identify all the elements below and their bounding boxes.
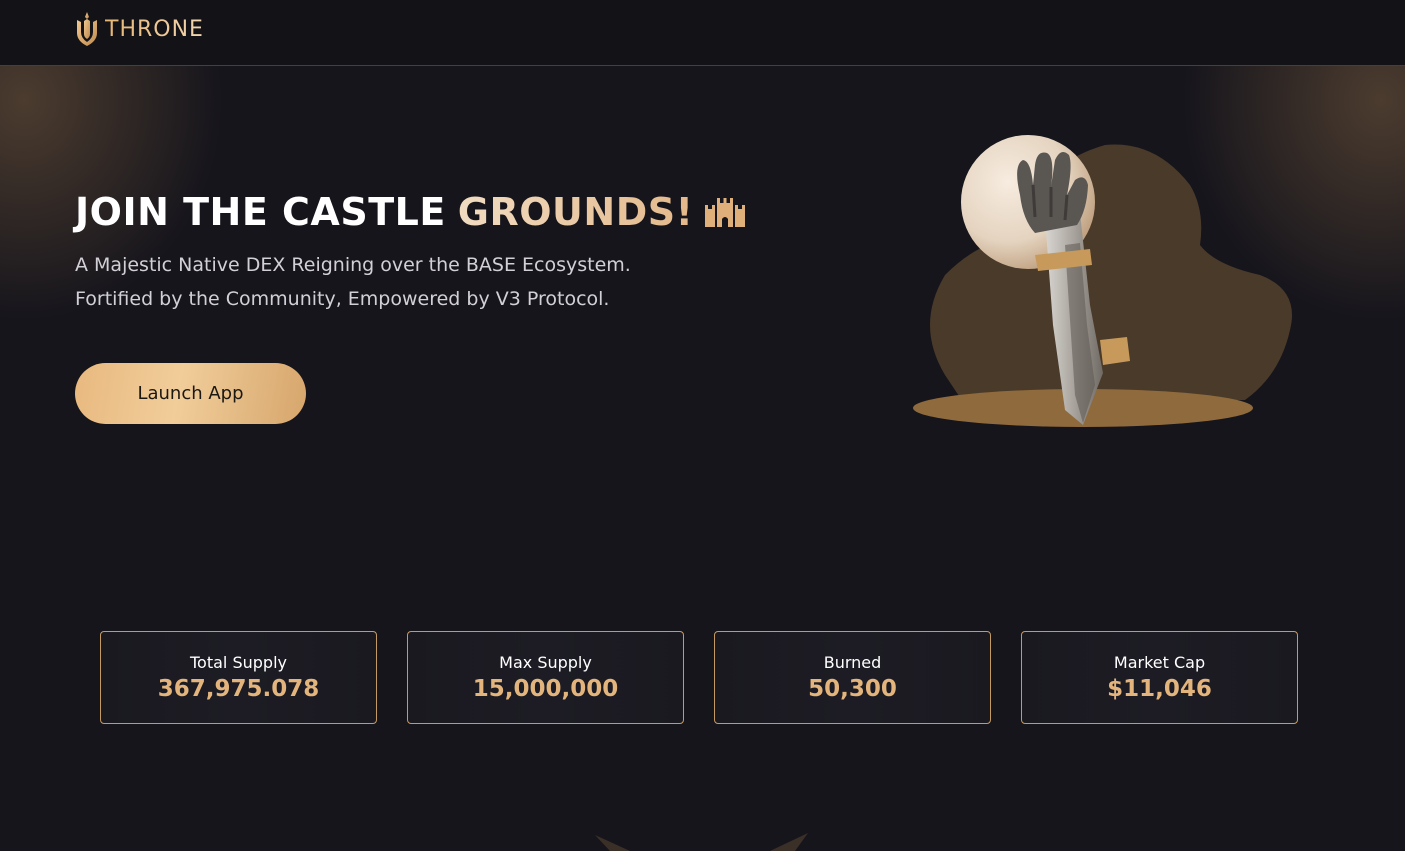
stat-label: Market Cap	[1113, 652, 1206, 672]
landing-page: THRONE JOIN THE CASTLE GROUNDS! A Majest…	[0, 0, 1405, 851]
stat-label: Total Supply	[190, 652, 287, 672]
stat-value: $11,046	[1107, 675, 1212, 702]
logo-wordmark: THRONE	[105, 16, 204, 42]
castle-icon	[705, 198, 746, 227]
throne-crest-icon	[77, 12, 97, 46]
top-navbar: THRONE	[0, 0, 1405, 66]
hand-holding-sword-illustration	[913, 135, 1292, 427]
hero-subtitle-line-1: A Majestic Native DEX Reigning over the …	[75, 254, 631, 276]
hero-title: JOIN THE CASTLE GROUNDS!	[75, 190, 746, 234]
hero-title-gold: GROUNDS!	[457, 190, 694, 234]
stat-card-burned: Burned 50,300	[714, 631, 991, 724]
logo-link[interactable]: THRONE	[75, 12, 204, 46]
hero-subtitle-line-2: Fortified by the Community, Empowered by…	[75, 288, 610, 310]
stat-card-max-supply: Max Supply 15,000,000	[407, 631, 684, 724]
stat-value: 50,300	[808, 675, 897, 702]
stat-label: Burned	[823, 652, 882, 672]
hero-title-white: JOIN THE CASTLE	[75, 190, 446, 234]
stat-card-market-cap: Market Cap $11,046	[1021, 631, 1298, 724]
stat-value: 15,000,000	[472, 675, 619, 702]
stat-label: Max Supply	[499, 652, 592, 672]
token-stats: Total Supply 367,975.078 Max Supply 15,0…	[100, 631, 1300, 725]
launch-app-button[interactable]: Launch App	[75, 363, 306, 424]
stat-card-total-supply: Total Supply 367,975.078	[100, 631, 377, 724]
stat-value: 367,975.078	[157, 675, 320, 702]
hero-subtitle: A Majestic Native DEX Reigning over the …	[75, 248, 631, 316]
bottom-decoration	[595, 833, 808, 851]
